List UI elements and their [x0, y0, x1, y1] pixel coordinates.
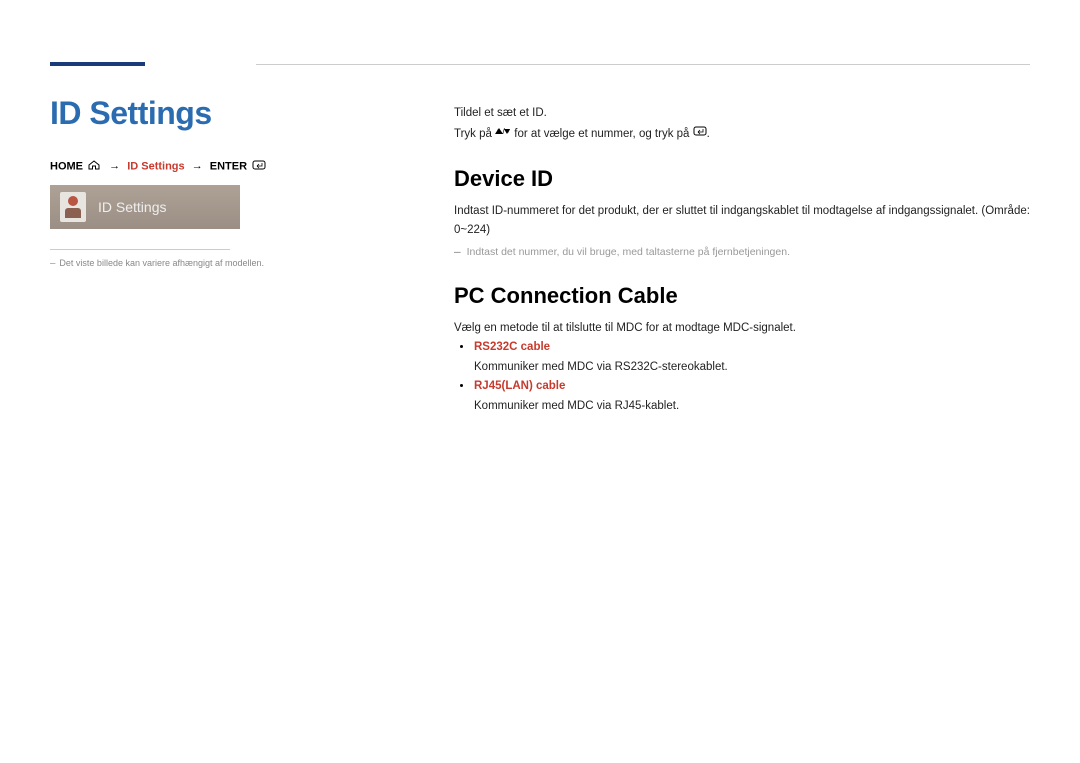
enter-button-icon	[693, 124, 707, 144]
section-heading-device-id: Device ID	[454, 166, 1030, 192]
bullet-dot-icon	[460, 384, 463, 387]
intro-line-2c: .	[707, 127, 710, 139]
image-disclaimer-text: Det viste billede kan variere afhængigt …	[59, 258, 264, 268]
id-badge-icon	[60, 192, 86, 222]
breadcrumb-sep-1: →	[109, 160, 120, 172]
svg-text:/: /	[503, 127, 506, 136]
breadcrumb-home: HOME	[50, 160, 83, 172]
dash-icon: ―	[454, 245, 461, 258]
bullet-rs232c-desc: Kommuniker med MDC via RS232C-stereokabl…	[474, 358, 1030, 378]
header-accent-bar	[50, 62, 145, 66]
breadcrumb: HOME → ID Settings → ENTER	[50, 160, 410, 173]
enter-icon	[252, 160, 266, 173]
home-icon	[88, 160, 100, 173]
menu-screenshot-label: ID Settings	[98, 199, 166, 215]
intro-line-2a: Tryk på	[454, 127, 495, 139]
header-divider	[256, 64, 1030, 65]
page-title: ID Settings	[50, 95, 410, 132]
section-heading-pc-cable: PC Connection Cable	[454, 283, 1030, 309]
bullet-rj45-desc: Kommuniker med MDC via RJ45-kablet.	[474, 397, 1030, 417]
intro-line-2: Tryk på / for at vælge et nummer, og try…	[454, 124, 1030, 144]
bullet-rs232c: RS232C cable Kommuniker med MDC via RS23…	[454, 338, 1030, 377]
right-column: Tildel et sæt et ID. Tryk på / for at væ…	[454, 104, 1030, 417]
up-down-arrow-icon: /	[495, 124, 511, 144]
bullet-rj45: RJ45(LAN) cable Kommuniker med MDC via R…	[454, 377, 1030, 416]
bullet-rj45-title: RJ45(LAN) cable	[474, 380, 565, 392]
pc-cable-text: Vælg en metode til at tilslutte til MDC …	[454, 319, 1030, 339]
bullet-rs232c-title: RS232C cable	[474, 341, 550, 353]
bullet-dot-icon	[460, 345, 463, 348]
dash-icon: ―	[50, 259, 55, 269]
device-id-note: ― Indtast det nummer, du vil bruge, med t…	[454, 243, 1030, 261]
left-column: ID Settings HOME → ID Settings → ENTER I…	[50, 95, 410, 269]
device-id-note-text: Indtast det nummer, du vil bruge, med ta…	[467, 246, 790, 258]
menu-screenshot: ID Settings	[50, 185, 240, 229]
device-id-text: Indtast ID-nummeret for det produkt, der…	[454, 202, 1030, 241]
breadcrumb-enter: ENTER	[210, 160, 247, 172]
left-divider	[50, 249, 230, 250]
breadcrumb-sep-2: →	[192, 160, 203, 172]
breadcrumb-current: ID Settings	[127, 160, 184, 172]
image-disclaimer: ― Det viste billede kan variere afhængigt…	[50, 258, 410, 269]
intro-line-2b: for at vælge et nummer, og tryk på	[511, 127, 693, 139]
intro-line-1: Tildel et sæt et ID.	[454, 104, 1030, 124]
